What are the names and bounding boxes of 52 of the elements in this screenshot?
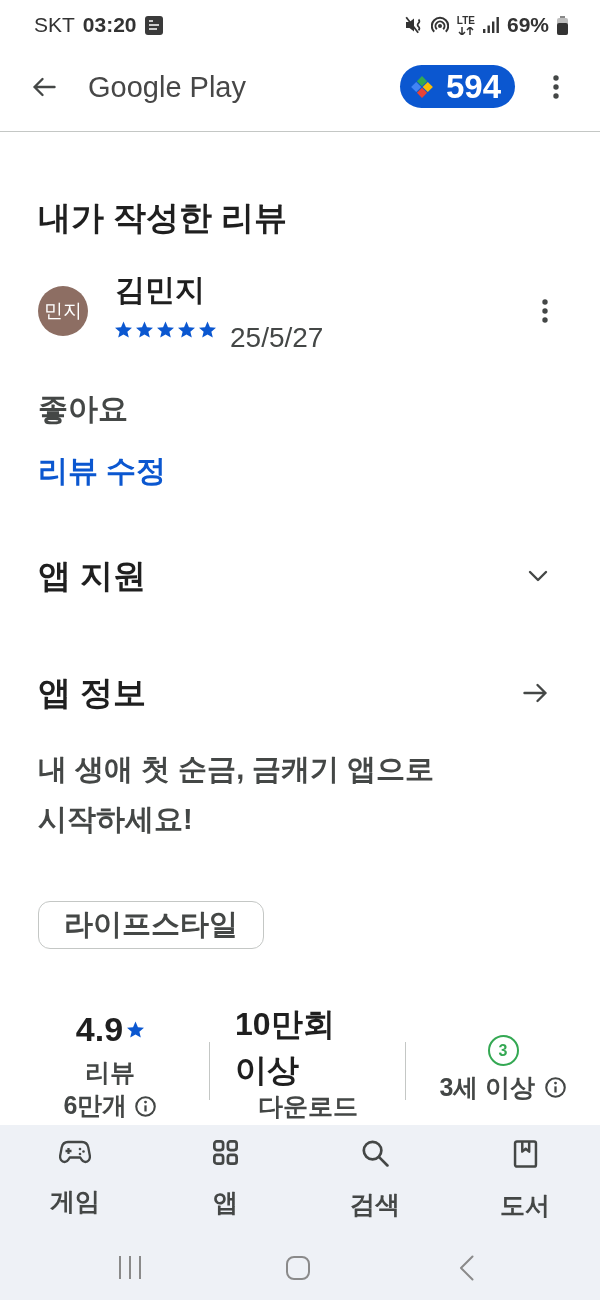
search-icon[interactable] <box>361 1140 389 1167</box>
home-icon[interactable] <box>286 1255 310 1280</box>
battery-level: 69% <box>506 12 549 38</box>
star-icon <box>127 1020 145 1038</box>
info-icon[interactable] <box>135 1096 157 1117</box>
hotspot-icon <box>430 16 449 34</box>
rating-value: 4.9 <box>75 1009 124 1050</box>
grid-icon[interactable] <box>212 1140 238 1165</box>
book-icon[interactable] <box>512 1140 538 1168</box>
info-icon[interactable] <box>545 1076 567 1098</box>
reviewer-name: 김민지 <box>115 272 205 308</box>
section-heading: 내가 작성한 리뷰 <box>38 198 288 238</box>
nav-tab[interactable]: 앱 <box>150 1125 300 1235</box>
download-count: 10만회 이상 <box>235 1005 335 1090</box>
star-icon <box>178 321 195 338</box>
review-count: 리뷰 6만개 <box>63 1058 135 1119</box>
edit-review-link[interactable]: 리뷰 수정 <box>38 452 167 490</box>
section-title[interactable]: 앱 지원 <box>38 555 147 597</box>
category-chip[interactable]: 라이프스타일 <box>38 901 264 949</box>
review-text: 좋아요 <box>38 391 128 427</box>
review-date: 25/5/27 <box>230 322 324 354</box>
nav-tab[interactable]: 게임 <box>0 1125 150 1235</box>
age-rating-badge: 3 <box>487 1035 519 1066</box>
age-rating-label: 3세 이상 <box>439 1072 536 1102</box>
downloads-label: 다운로드 <box>257 1093 358 1119</box>
diamond-icon <box>410 75 433 98</box>
recent-apps-icon[interactable] <box>118 1256 142 1279</box>
star-icon <box>199 321 216 338</box>
muted-speaker-icon <box>404 16 423 34</box>
app-title: Google Play <box>88 69 246 105</box>
arrow-right-icon[interactable] <box>523 683 548 703</box>
section-title[interactable]: 앱 정보 <box>38 672 147 714</box>
star-icon <box>115 321 132 338</box>
gamepad-icon[interactable] <box>59 1140 91 1164</box>
battery-icon <box>557 15 568 35</box>
star-icon <box>136 321 153 338</box>
nav-tab[interactable]: 검색 <box>300 1125 450 1235</box>
signal-icon <box>482 17 499 33</box>
chevron-down-icon[interactable] <box>528 570 548 582</box>
network-type: LTE <box>456 15 475 26</box>
avatar: 민지 <box>38 286 88 336</box>
back-icon[interactable] <box>32 76 56 97</box>
more-options-icon[interactable] <box>542 299 548 323</box>
data-arrows-icon <box>457 26 474 35</box>
clock-time: 03:20 <box>82 12 137 38</box>
carrier-name: SKT <box>34 12 75 38</box>
more-options-icon[interactable] <box>553 74 559 99</box>
nav-tab[interactable]: 도서 <box>450 1125 600 1235</box>
app-description: 내 생애 첫 순금, 금캐기 앱으로 시작하세요! <box>38 752 436 837</box>
points-button[interactable]: 594 <box>399 65 515 108</box>
notification-icon <box>144 15 163 35</box>
star-icon <box>157 321 174 338</box>
